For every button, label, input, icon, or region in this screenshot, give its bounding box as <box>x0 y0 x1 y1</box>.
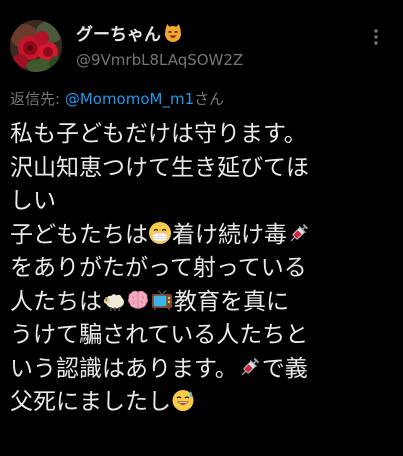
tweet-line: 父死にましたし <box>10 386 400 420</box>
more-dots-icon <box>374 29 378 45</box>
author-handle[interactable]: @9VmrbL8LAqSOW2Z <box>76 50 243 70</box>
cat-face-emoji-icon <box>161 24 183 45</box>
brain-emoji-icon <box>126 288 150 312</box>
tv-emoji-icon <box>150 288 174 312</box>
more-options-button[interactable] <box>365 26 387 48</box>
ram-emoji-icon <box>102 288 126 312</box>
tweet-text-run: 私も子どもだけは守ります。 <box>10 121 307 147</box>
tweet-line: 私も子どもだけは守ります。 <box>10 118 400 152</box>
tweet-text-run: をありがたがって射っている <box>10 255 307 281</box>
avatar[interactable] <box>10 20 62 72</box>
reply-suffix: さん <box>194 90 225 108</box>
author-display-name[interactable]: グーちゃん <box>76 23 183 46</box>
replying-to: 返信先: @MomomoM_m1さん <box>10 89 224 109</box>
tweet-line: いう認識はあります。 で義 <box>10 353 400 387</box>
sweat-smile-emoji-icon <box>171 388 195 412</box>
tweet-line: 子どもたちは 着け続け毒 <box>10 219 400 253</box>
syringe-emoji-icon <box>238 355 262 379</box>
reply-label: 返信先: <box>10 90 65 108</box>
tweet-text-run: しい <box>10 188 56 214</box>
tweet-text-run: 父死にましたし <box>10 389 171 415</box>
mask-face-emoji-icon <box>148 221 172 245</box>
tweet-text-run: うけて騙されている人たちと <box>10 322 309 348</box>
tweet-text-run: で義 <box>261 355 308 382</box>
tweet-line: をありがたがって射っている <box>10 252 400 286</box>
tweet-line: 人たちは 教育を真に <box>10 286 400 320</box>
tweet-line: しい <box>10 185 400 219</box>
tweet-text-run: 子どもたちは <box>10 221 148 248</box>
reply-target-link[interactable]: @MomomoM_m1 <box>65 90 194 108</box>
tweet-text-run: 着け続け毒 <box>172 221 287 248</box>
tweet-text-run: 沢山知恵つけて生き延びてほ <box>10 154 309 181</box>
syringe-emoji-icon <box>287 221 311 245</box>
tweet-text-run: 人たちは <box>10 288 102 315</box>
tweet-card: グーちゃん @9VmrbL8LAqSOW2Z 返信先: @MomomoM_m1さ… <box>0 0 403 456</box>
tweet-text: 私も子どもだけは守ります。 沢山知恵つけて生き延びてほ しい子どもたちは 着け続け毒… <box>10 118 400 420</box>
tweet-text-run: いう認識はあります。 <box>10 355 238 382</box>
tweet-line: うけて騙されている人たちと <box>10 319 400 353</box>
display-name-text: グーちゃん <box>76 25 161 45</box>
avatar-image <box>10 20 62 72</box>
tweet-text-run: 教育を真に <box>174 288 289 315</box>
tweet-line: 沢山知恵つけて生き延びてほ <box>10 152 400 186</box>
